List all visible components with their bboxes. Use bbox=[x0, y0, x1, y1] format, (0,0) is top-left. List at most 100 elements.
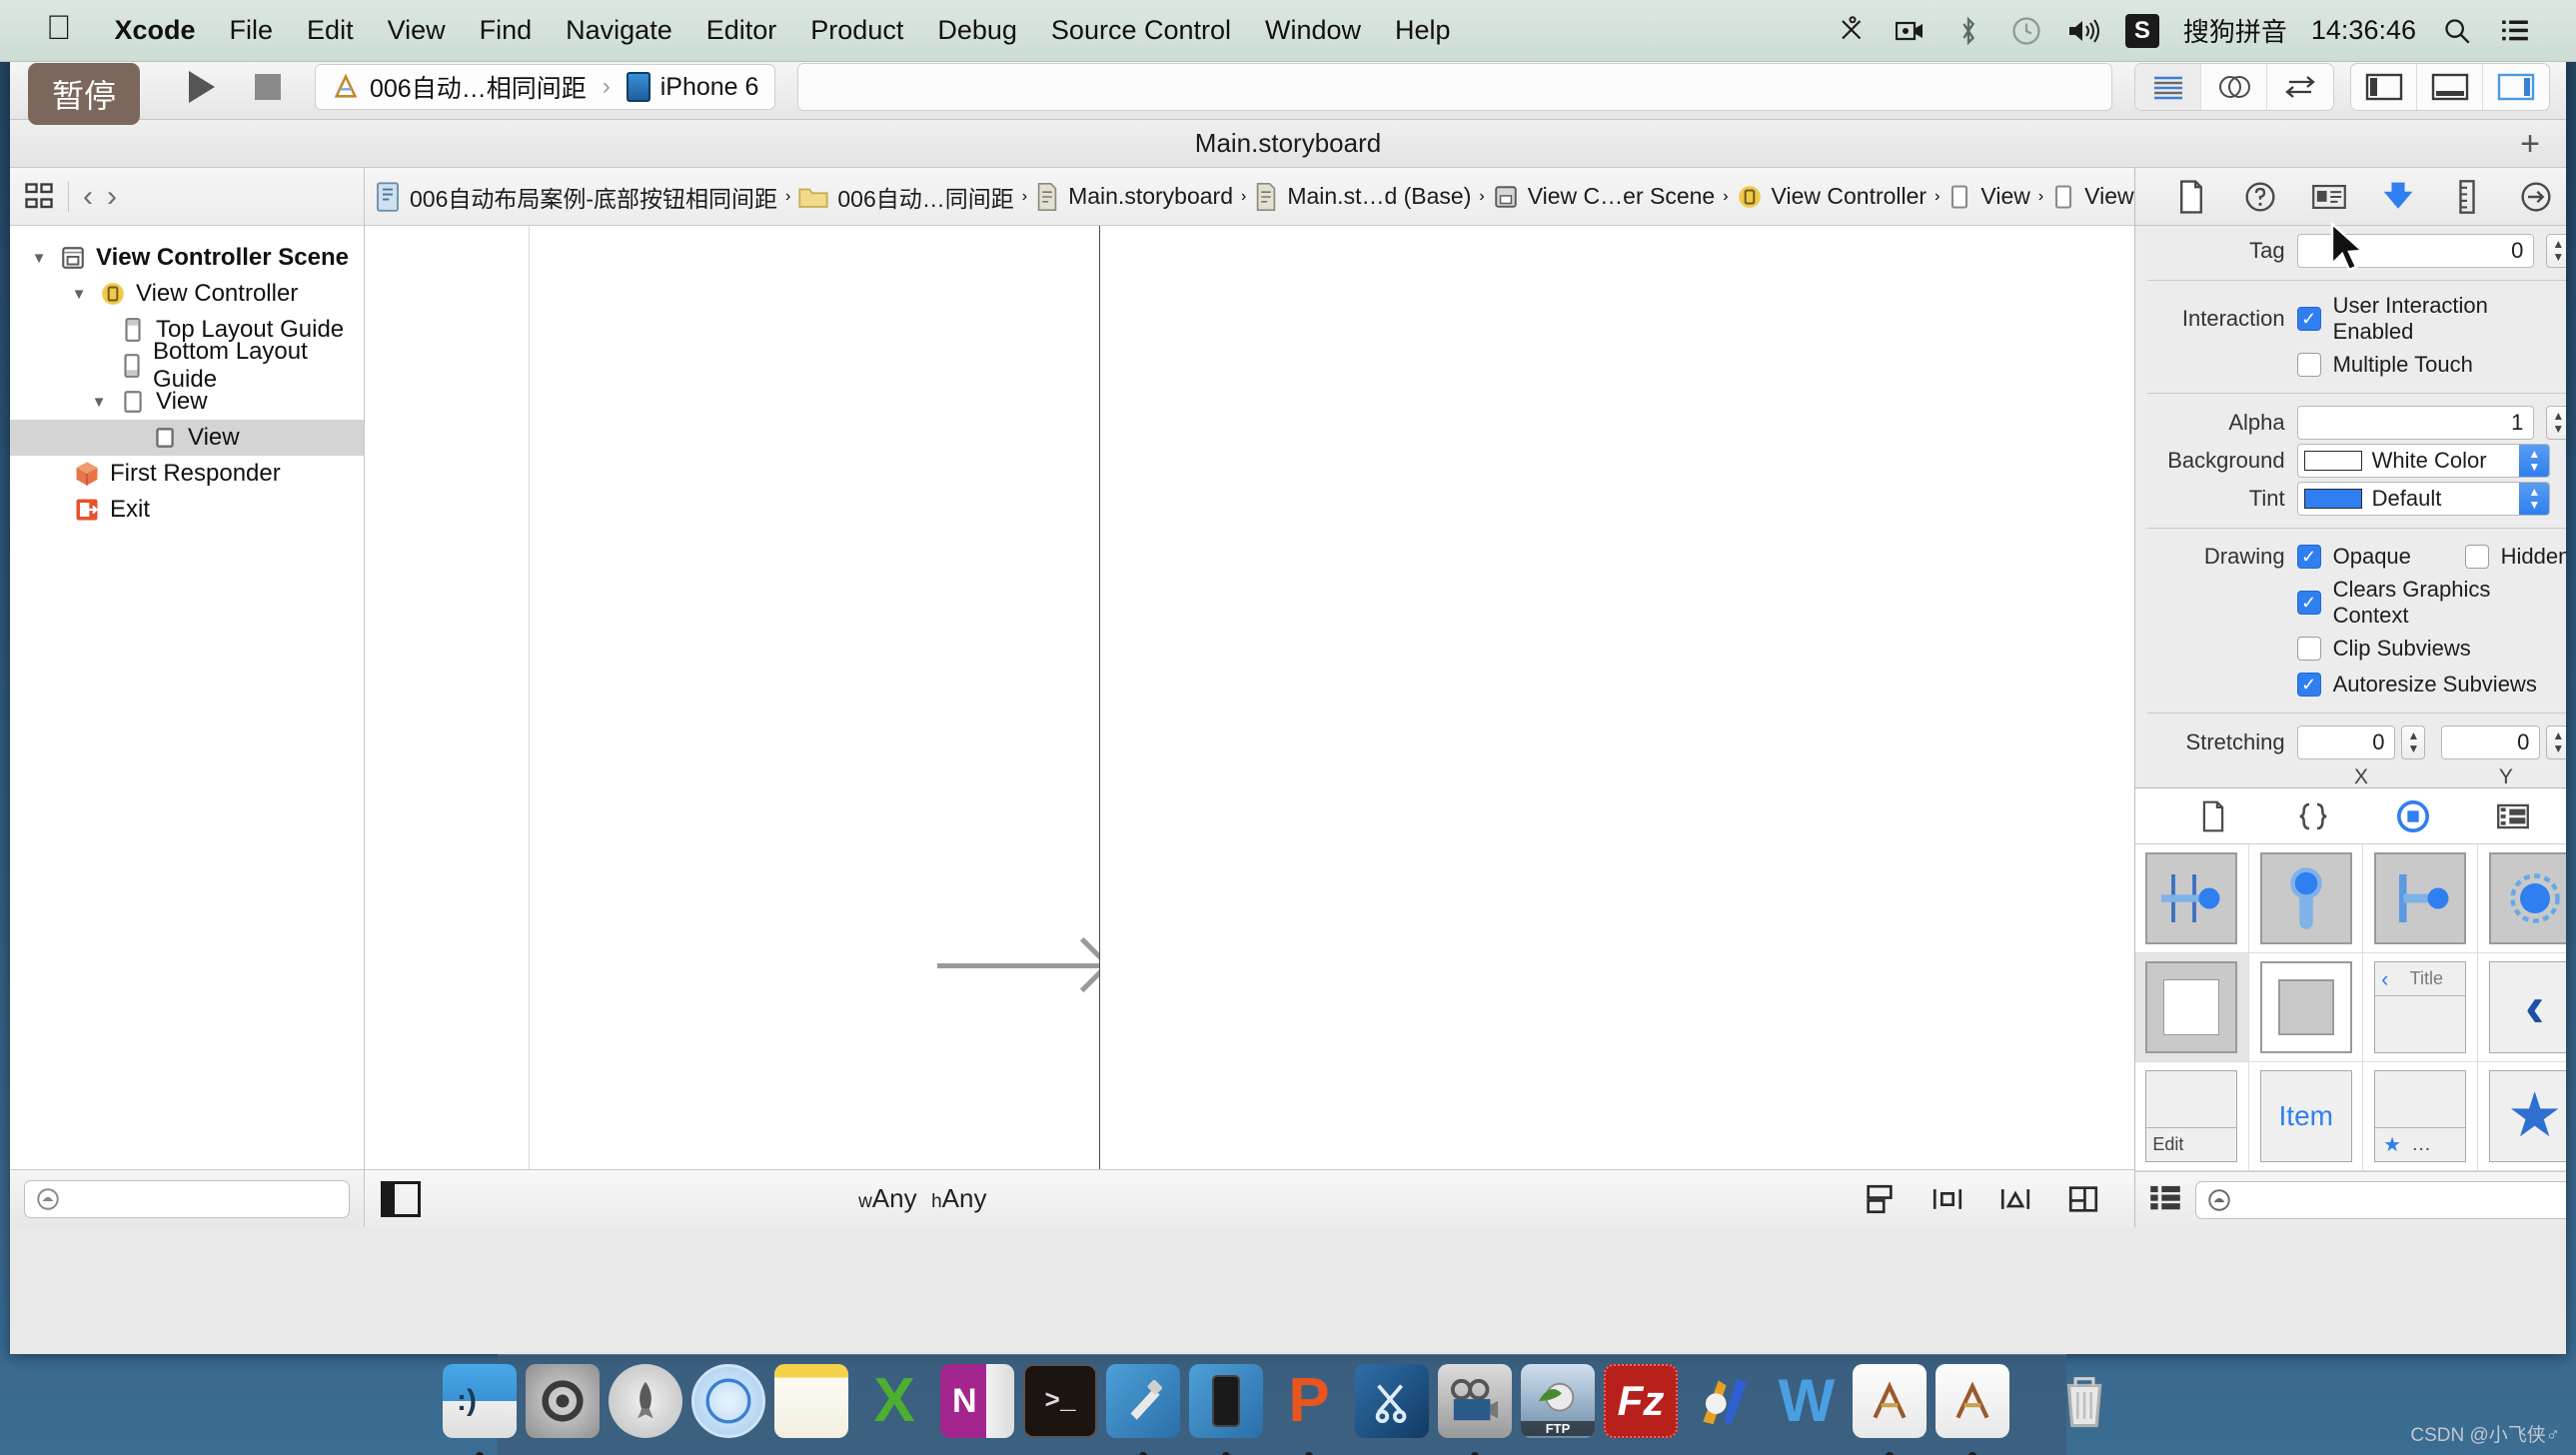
spotlight-search-icon[interactable] bbox=[2440, 14, 2474, 48]
dock-item-finder[interactable]: :) bbox=[443, 1364, 517, 1455]
assistant-editor-button[interactable] bbox=[2201, 64, 2267, 110]
disclosure-triangle-icon[interactable]: ▼ bbox=[28, 250, 50, 267]
chevron-updown-icon[interactable]: ▲ ▼ bbox=[2519, 445, 2550, 477]
user-interaction-enabled-checkbox[interactable]: ✓ bbox=[2296, 307, 2321, 331]
dock-item-movie-player[interactable] bbox=[1438, 1364, 1512, 1455]
dock-item-notes[interactable] bbox=[774, 1364, 848, 1450]
background-color-swatch[interactable] bbox=[2303, 451, 2362, 471]
dock-item-microsoft-word[interactable]: W bbox=[1770, 1364, 1844, 1450]
pin-icon[interactable] bbox=[1931, 1182, 1964, 1216]
forward-chevron-icon[interactable]: › bbox=[107, 180, 117, 214]
tint-color-popup[interactable]: Default ▲ ▼ bbox=[2296, 482, 2551, 516]
quick-help-inspector-tab[interactable] bbox=[2237, 177, 2283, 217]
library-item-bar-button-item[interactable]: Item bbox=[2249, 1062, 2364, 1171]
stretch-y-stepper[interactable]: ▲ ▼ bbox=[2546, 726, 2566, 759]
clears-graphics-context-checkbox[interactable]: ✓ bbox=[2296, 591, 2321, 615]
list-view-toggle[interactable] bbox=[2149, 1183, 2181, 1216]
code-snippet-library-tab[interactable] bbox=[2293, 796, 2333, 836]
dock-item-xcode[interactable] bbox=[1106, 1364, 1180, 1455]
disclosure-triangle-icon[interactable]: ▼ bbox=[88, 394, 110, 411]
outline-row-view-child[interactable]: View bbox=[10, 420, 364, 456]
add-editor-button[interactable]: + bbox=[2520, 127, 2540, 161]
breadcrumb-item-view-child[interactable]: View bbox=[2051, 183, 2134, 211]
dock-item-microsoft-powerpoint[interactable]: P bbox=[1272, 1364, 1346, 1455]
grid-view-icon[interactable] bbox=[24, 182, 54, 212]
menu-item-find[interactable]: Find bbox=[463, 15, 550, 46]
dock-item-filezilla[interactable]: Fz bbox=[1604, 1364, 1678, 1450]
dock-item-safari[interactable] bbox=[691, 1364, 765, 1450]
outline-row-view-controller-scene[interactable]: ▼ View Controller Scene bbox=[10, 240, 364, 276]
outline-row-exit[interactable]: Exit bbox=[10, 492, 364, 528]
chevron-updown-icon[interactable]: ▲ ▼ bbox=[2519, 483, 2550, 515]
notification-center-icon[interactable] bbox=[2498, 14, 2532, 48]
opaque-checkbox[interactable]: ✓ bbox=[2296, 545, 2321, 569]
menu-item-edit[interactable]: Edit bbox=[290, 15, 371, 46]
connections-inspector-tab[interactable] bbox=[2513, 177, 2559, 217]
autoresize-subviews-checkbox[interactable]: ✓ bbox=[2296, 673, 2321, 697]
outline-row-bottom-layout-guide[interactable]: Bottom Layout Guide bbox=[10, 338, 364, 393]
standard-editor-button[interactable] bbox=[2135, 64, 2201, 110]
dock-item-terminal[interactable]: >_ bbox=[1023, 1364, 1097, 1450]
disclosure-triangle-icon[interactable]: ▼ bbox=[68, 286, 90, 303]
library-item-vertical-space-constraint[interactable] bbox=[2249, 844, 2364, 953]
dock-item-microsoft-excel[interactable]: X bbox=[857, 1364, 931, 1450]
navigator-filter-field[interactable] bbox=[24, 1179, 350, 1218]
menu-item-editor[interactable]: Editor bbox=[689, 15, 794, 46]
menu-bar-clock[interactable]: 14:36:46 bbox=[2311, 15, 2416, 46]
dock-item-snipping-tool[interactable] bbox=[1355, 1364, 1429, 1450]
back-chevron-icon[interactable]: ‹ bbox=[83, 180, 93, 214]
menu-item-source-control[interactable]: Source Control bbox=[1034, 15, 1248, 46]
menu-item-debug[interactable]: Debug bbox=[920, 15, 1034, 46]
stretch-x-stepper[interactable]: ▲ ▼ bbox=[2401, 726, 2426, 759]
dock-item-ftp-client[interactable]: FTP bbox=[1521, 1364, 1595, 1450]
library-item-navigation-bar[interactable]: ‹ Title bbox=[2363, 953, 2478, 1062]
media-library-tab[interactable] bbox=[2493, 796, 2533, 836]
apple-logo-icon[interactable]:  bbox=[46, 11, 72, 45]
menu-item-product[interactable]: Product bbox=[793, 15, 920, 46]
menu-item-navigate[interactable]: Navigate bbox=[549, 15, 689, 46]
breadcrumb-item-view[interactable]: View bbox=[1947, 183, 2030, 211]
dock-item-paint-app[interactable] bbox=[1687, 1364, 1761, 1450]
library-item-navigation-item[interactable]: ‹ bbox=[2477, 953, 2566, 1062]
document-outline-toggle[interactable] bbox=[381, 1180, 421, 1217]
size-inspector-tab[interactable] bbox=[2444, 177, 2490, 217]
menu-item-xcode[interactable]: Xcode bbox=[98, 15, 213, 46]
library-search-input[interactable] bbox=[2231, 1186, 2566, 1213]
menu-item-view[interactable]: View bbox=[371, 15, 463, 46]
breadcrumb-item-view-controller[interactable]: View Controller bbox=[1737, 183, 1927, 210]
breadcrumb-item-storyboard[interactable]: Main.storyboard bbox=[1035, 182, 1233, 212]
attributes-inspector-tab[interactable] bbox=[2375, 177, 2421, 217]
library-item-container-view[interactable] bbox=[2249, 953, 2364, 1062]
dock-item-simulator[interactable] bbox=[1189, 1364, 1263, 1455]
stretch-x-field[interactable]: 0 bbox=[2296, 726, 2396, 759]
library-item-aspect-ratio-constraint[interactable] bbox=[2477, 844, 2566, 953]
tag-stepper[interactable]: ▲ ▼ bbox=[2546, 234, 2566, 268]
debug-area-toggle-button[interactable] bbox=[2417, 64, 2483, 110]
storyboard-canvas[interactable] bbox=[365, 226, 2134, 1169]
input-method-label[interactable]: 搜狗拼音 bbox=[2183, 12, 2287, 49]
library-item-tab-bar[interactable]: ★ … bbox=[2363, 1062, 2478, 1171]
dock-item-system-preferences[interactable] bbox=[526, 1364, 600, 1450]
utilities-toggle-button[interactable] bbox=[2483, 64, 2549, 110]
scheme-selector[interactable]: 006自动…相同间距 › iPhone 6 bbox=[315, 64, 776, 110]
outline-row-view-controller[interactable]: ▼ View Controller bbox=[10, 276, 364, 312]
file-template-library-tab[interactable] bbox=[2193, 796, 2233, 836]
size-class-indicator[interactable]: wAny hAny bbox=[858, 1183, 986, 1214]
library-item-horizontal-space-constraint[interactable] bbox=[2134, 844, 2250, 953]
breadcrumb-item-scene[interactable]: View C…er Scene bbox=[1493, 183, 1715, 210]
library-item-toolbar[interactable]: Edit bbox=[2134, 1062, 2250, 1171]
version-editor-button[interactable] bbox=[2267, 64, 2333, 110]
menu-item-file[interactable]: File bbox=[213, 15, 291, 46]
identity-inspector-tab[interactable] bbox=[2306, 177, 2352, 217]
menu-item-window[interactable]: Window bbox=[1248, 15, 1378, 46]
resolve-issues-icon[interactable] bbox=[1998, 1182, 2032, 1216]
navigator-toggle-button[interactable] bbox=[2351, 64, 2417, 110]
outline-row-first-responder[interactable]: First Responder bbox=[10, 456, 364, 492]
dock-item-xcode-alt[interactable] bbox=[1935, 1364, 2009, 1455]
object-library-tab[interactable] bbox=[2393, 796, 2433, 836]
scissors-icon[interactable] bbox=[1836, 14, 1870, 48]
breadcrumb-item-folder[interactable]: 006自动…同间距 bbox=[798, 180, 1014, 214]
multiple-touch-checkbox[interactable] bbox=[2296, 353, 2321, 377]
dock-item-xcode-beta[interactable] bbox=[1853, 1364, 1927, 1455]
dock-item-launchpad[interactable] bbox=[609, 1364, 682, 1450]
